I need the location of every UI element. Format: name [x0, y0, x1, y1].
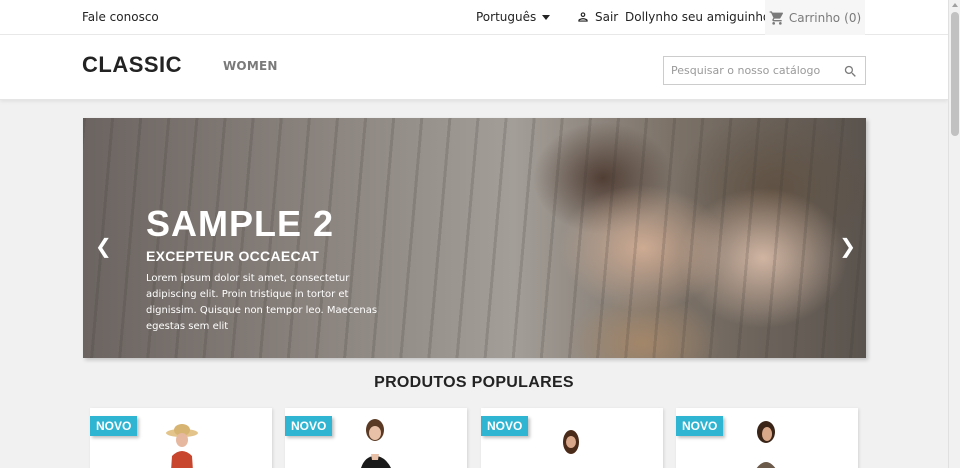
slide-description: Lorem ipsum dolor sit amet, consectetur …	[146, 273, 378, 332]
scrollbar-thumb[interactable]	[951, 12, 959, 136]
cart-icon	[769, 10, 783, 25]
chevron-right-icon[interactable]: ❯	[839, 234, 856, 258]
product-image	[166, 424, 198, 468]
signout-label: Sair	[595, 10, 619, 24]
product-card[interactable]: NOVO	[481, 408, 663, 468]
menu-item-women[interactable]: WOMEN	[223, 59, 278, 73]
search-input[interactable]	[664, 57, 834, 84]
slide-title: SAMPLE 2	[146, 203, 335, 244]
new-badge: NOVO	[481, 416, 529, 436]
top-nav: Fale conosco Português Sair Dollynho seu…	[0, 0, 948, 35]
product-card[interactable]: NOVO	[676, 408, 858, 468]
cart-button[interactable]: Carrinho (0)	[765, 0, 865, 35]
new-badge: NOVO	[90, 416, 138, 436]
hero-carousel: ❮ ❯ SAMPLE 2 EXCEPTEUR OCCAECAT Lorem ip…	[83, 118, 866, 358]
chevron-left-icon[interactable]: ❮	[95, 234, 112, 258]
language-selector[interactable]: Português	[476, 10, 551, 24]
product-image	[361, 419, 391, 468]
main-header: CLASSIC WOMEN	[0, 35, 948, 100]
logo[interactable]: CLASSIC	[82, 52, 182, 78]
product-card[interactable]: NOVO	[285, 408, 467, 468]
search-box	[663, 56, 866, 85]
cart-label: Carrinho	[788, 10, 841, 25]
scroll-up-icon[interactable]	[952, 3, 958, 7]
cart-count: (0)	[844, 10, 862, 25]
product-card[interactable]: NOVO	[90, 408, 272, 468]
language-label: Português	[476, 10, 537, 24]
slide-subtitle: EXCEPTEUR OCCAECAT	[146, 248, 320, 264]
contact-link[interactable]: Fale conosco	[82, 10, 159, 24]
popular-products-title: PRODUTOS POPULARES	[374, 374, 574, 391]
caret-down-icon	[542, 14, 551, 20]
signout-link[interactable]: Sair	[576, 10, 618, 24]
search-icon[interactable]	[843, 64, 858, 79]
product-image	[563, 430, 579, 468]
user-icon	[578, 12, 588, 22]
product-image	[756, 421, 776, 468]
new-badge: NOVO	[676, 416, 724, 436]
account-link[interactable]: Dollynho seu amiguinho	[625, 10, 770, 24]
page-scrollbar[interactable]	[948, 0, 960, 468]
new-badge: NOVO	[285, 416, 333, 436]
slide-caption: SAMPLE 2 EXCEPTEUR OCCAECAT Lorem ipsum …	[146, 204, 386, 335]
